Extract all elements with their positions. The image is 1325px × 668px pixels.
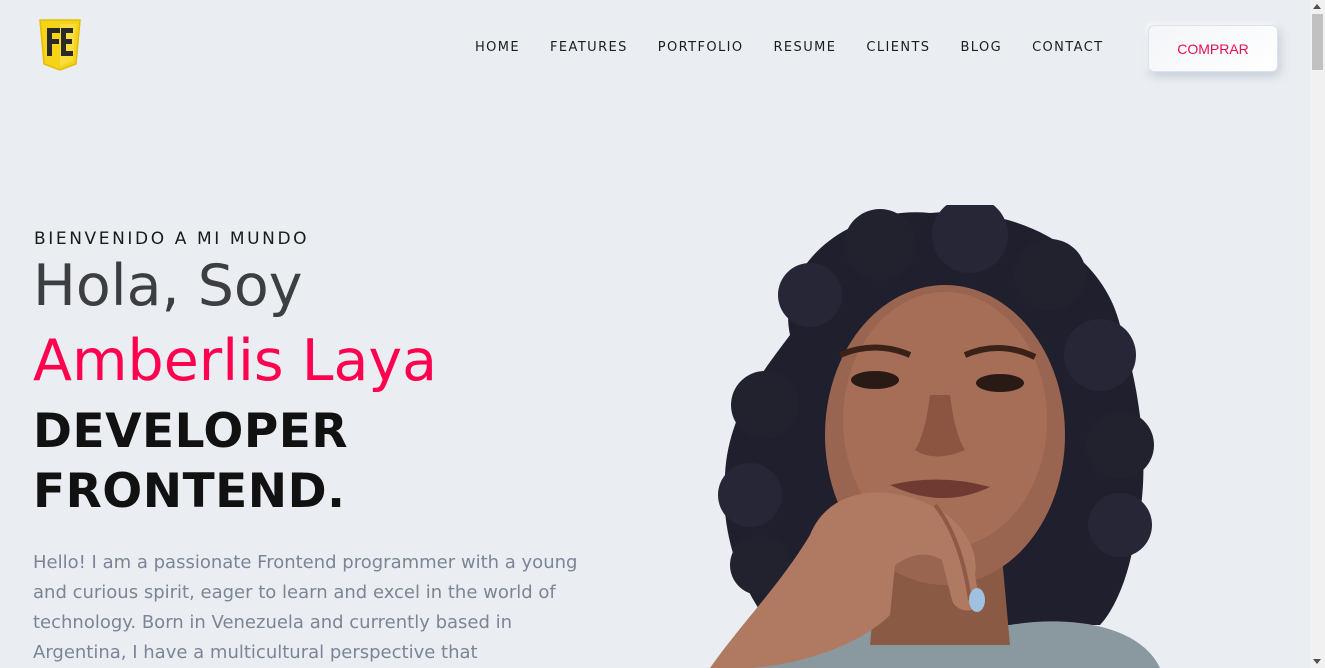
scroll-thumb[interactable] <box>1312 14 1323 70</box>
scroll-up-icon[interactable] <box>1313 4 1321 9</box>
logo-icon[interactable] <box>36 14 84 72</box>
page-scrollbar[interactable] <box>1310 0 1325 668</box>
buy-button[interactable]: COMPRAR <box>1148 25 1278 72</box>
scroll-down-icon[interactable] <box>1313 659 1321 664</box>
role-line-1: DEVELOPER <box>33 404 349 459</box>
greeting-heading: Hola, Soy <box>33 253 303 319</box>
nav-home[interactable]: HOME <box>460 38 535 57</box>
nav-clients[interactable]: CLIENTS <box>851 38 945 57</box>
page: HOME FEATURES PORTFOLIO RESUME CLIENTS B… <box>0 0 1325 668</box>
main-nav: HOME FEATURES PORTFOLIO RESUME CLIENTS B… <box>460 38 1119 57</box>
nav-resume[interactable]: RESUME <box>759 38 852 57</box>
name-heading: Amberlis Laya <box>33 328 438 394</box>
profile-photo <box>710 205 1160 668</box>
nav-portfolio[interactable]: PORTFOLIO <box>643 38 759 57</box>
nav-blog[interactable]: BLOG <box>945 38 1017 57</box>
role-line-2: FRONTEND. <box>33 464 346 519</box>
intro-paragraph: Hello! I am a passionate Frontend progra… <box>33 552 578 663</box>
role-heading: DEVELOPER FRONTEND. <box>33 402 553 522</box>
nav-features[interactable]: FEATURES <box>535 38 643 57</box>
welcome-subtitle: BIENVENIDO A MI MUNDO <box>34 229 310 249</box>
nav-contact[interactable]: CONTACT <box>1017 38 1118 57</box>
